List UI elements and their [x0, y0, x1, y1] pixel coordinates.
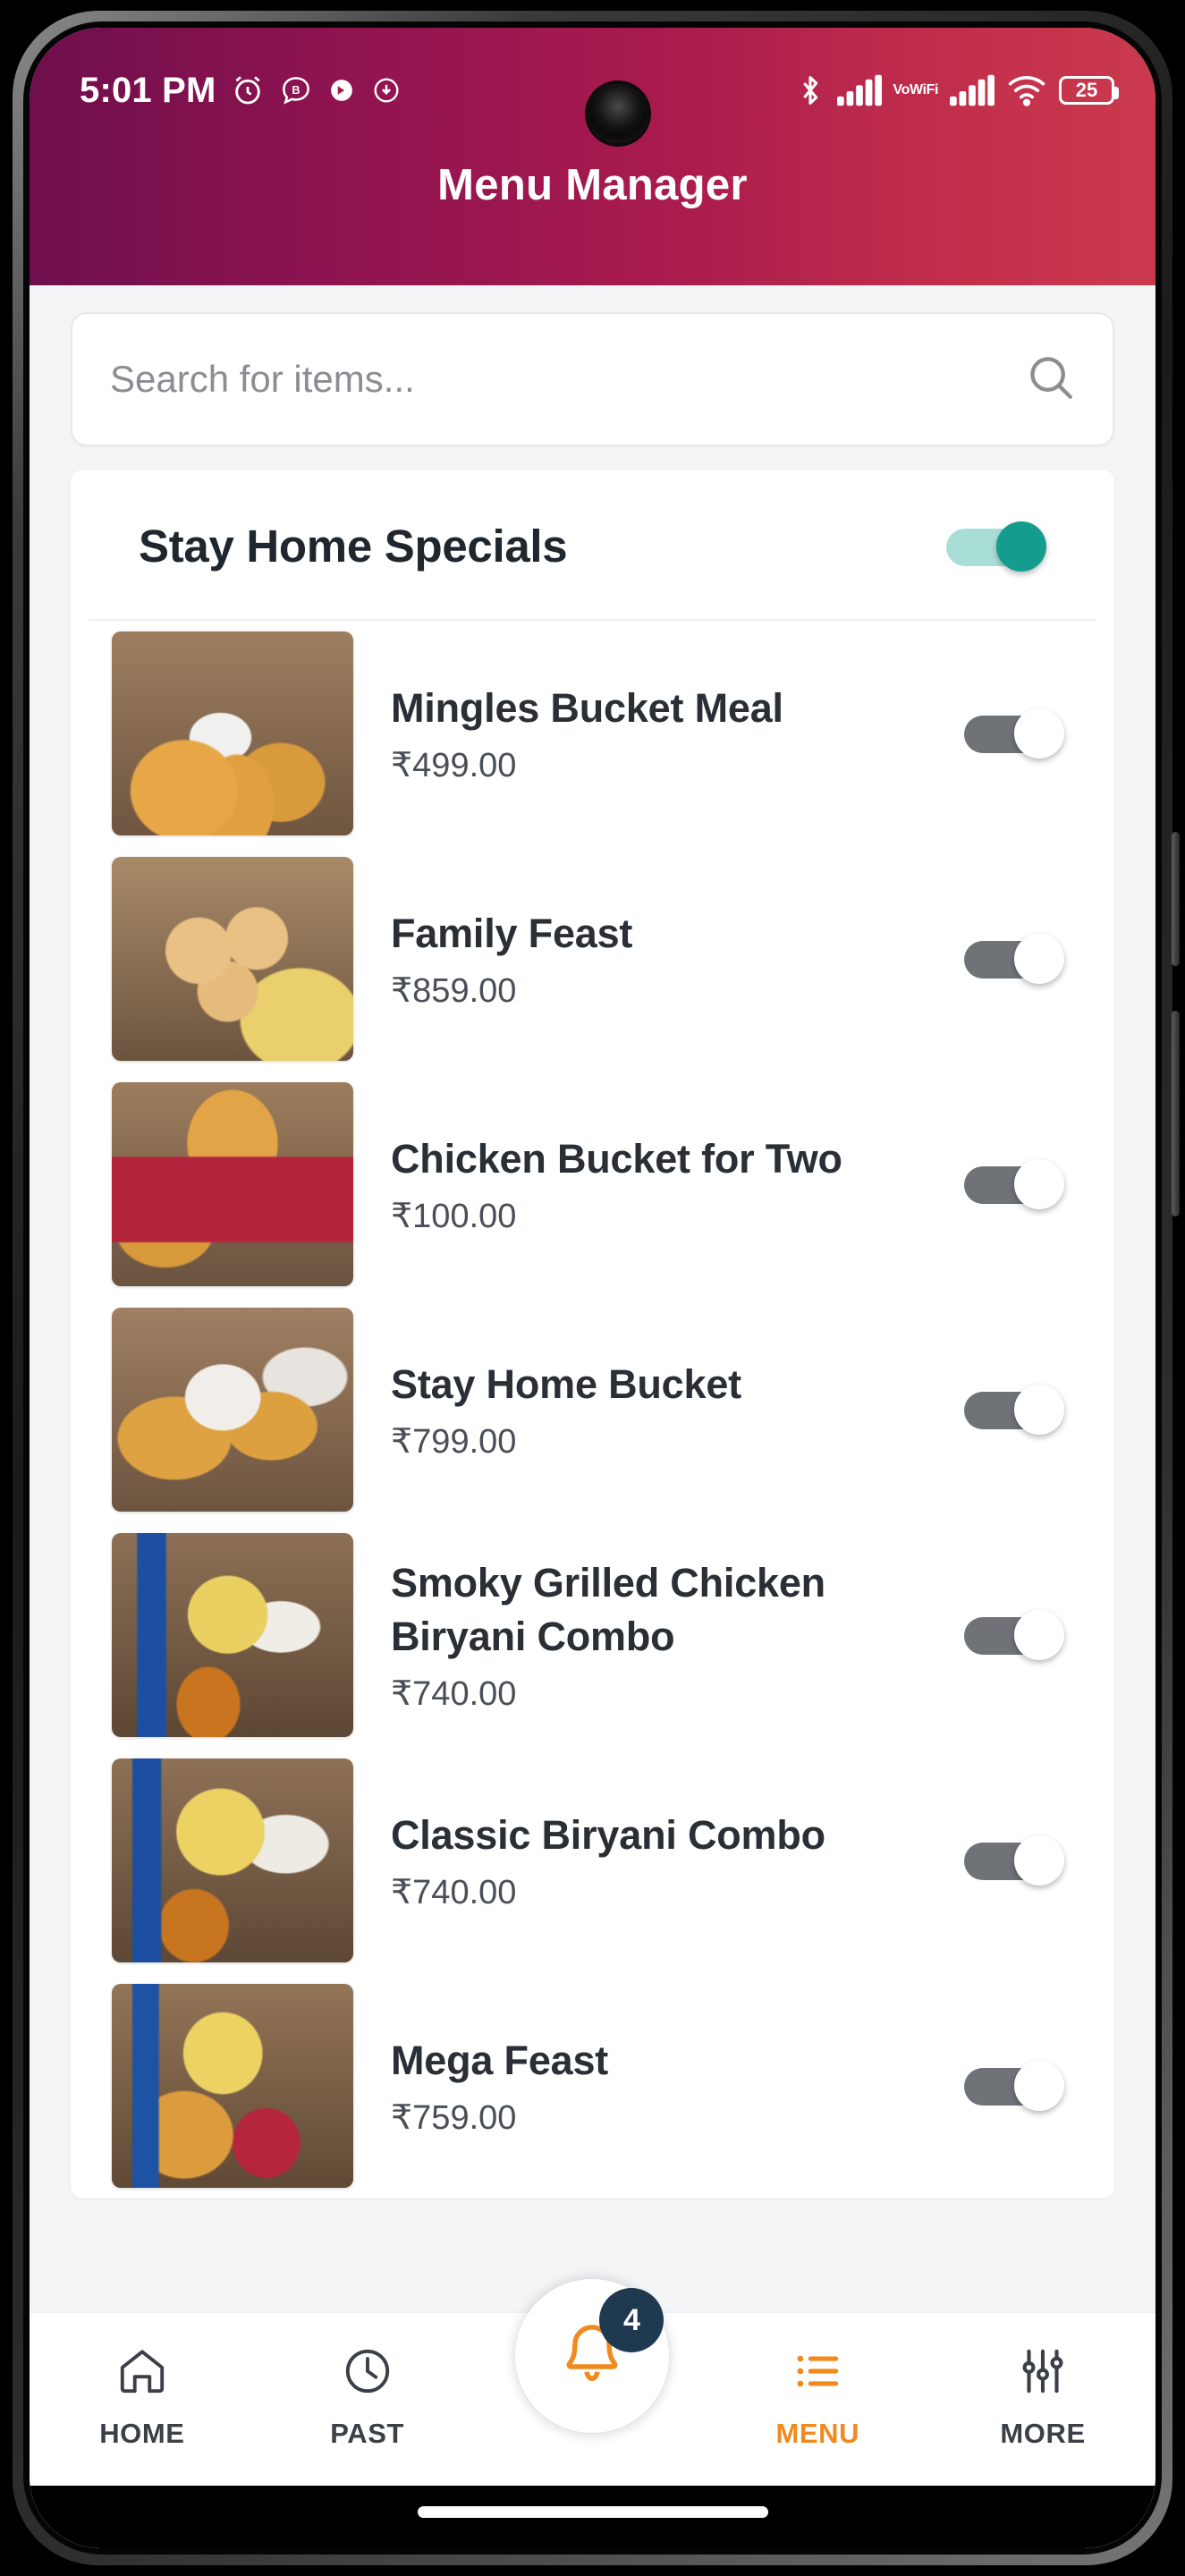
menu-section-card: Stay Home Specials Mingles Bucket Meal ₹4…	[71, 470, 1114, 2199]
app-bar: 5:01 PM B Vo WiFi 25 Menu Manager	[30, 28, 1155, 285]
item-price: ₹740.00	[391, 1674, 517, 1713]
vowifi-icon: Vo WiFi	[893, 82, 939, 97]
page-title: Menu Manager	[437, 161, 748, 209]
menu-item-row[interactable]: Classic Biryani Combo ₹740.00	[71, 1748, 1114, 1973]
item-price: ₹859.00	[391, 972, 517, 1011]
status-bar: 5:01 PM B Vo WiFi 25	[30, 28, 1155, 153]
gesture-nav-area	[30, 2486, 1155, 2548]
item-details: Mingles Bucket Meal ₹499.00	[353, 682, 964, 785]
item-availability-toggle[interactable]	[964, 708, 1064, 758]
toggle-knob	[996, 521, 1046, 572]
menu-item-row[interactable]: Family Feast ₹859.00	[71, 846, 1114, 1072]
item-thumbnail	[112, 631, 353, 835]
battery-icon: 25	[1059, 76, 1119, 105]
nav-item-more[interactable]: MORE	[953, 2343, 1132, 2450]
notification-badge: 4	[599, 2288, 664, 2352]
circle-arrow-icon	[326, 75, 357, 106]
search-icon[interactable]	[1025, 352, 1077, 408]
search-section	[30, 285, 1155, 466]
item-name: Mega Feast	[391, 2037, 609, 2083]
item-availability-toggle[interactable]	[964, 1835, 1064, 1885]
svg-text:B: B	[292, 84, 300, 97]
item-name: Classic Biryani Combo	[391, 1811, 825, 1858]
nav-label-more: MORE	[1000, 2418, 1086, 2449]
item-name: Family Feast	[391, 910, 633, 956]
item-price: ₹759.00	[391, 2099, 517, 2138]
item-price: ₹499.00	[391, 747, 517, 785]
item-thumbnail	[112, 1984, 353, 2188]
item-availability-toggle[interactable]	[964, 2061, 1064, 2111]
item-thumbnail	[112, 857, 353, 1061]
menu-item-row[interactable]: Mingles Bucket Meal ₹499.00	[71, 621, 1114, 846]
item-details: Stay Home Bucket ₹799.00	[353, 1358, 964, 1462]
front-camera-punch-hole	[588, 84, 648, 143]
nav-label-home: HOME	[99, 2418, 185, 2449]
alarm-clock-icon	[230, 72, 266, 108]
search-input[interactable]	[110, 358, 1025, 401]
battery-level: 25	[1075, 79, 1098, 101]
home-icon	[114, 2343, 170, 2403]
home-indicator[interactable]	[417, 2506, 768, 2518]
menu-item-row[interactable]: Chicken Bucket for Two ₹100.00	[71, 1072, 1114, 1297]
power-button[interactable]	[1172, 832, 1180, 966]
item-name: Smoky Grilled Chicken Biryani Combo	[391, 1560, 825, 1659]
menu-item-row[interactable]: Smoky Grilled Chicken Biryani Combo ₹740.…	[71, 1522, 1114, 1748]
section-header: Stay Home Specials	[89, 470, 1096, 621]
item-name: Stay Home Bucket	[391, 1360, 741, 1407]
item-price: ₹740.00	[391, 1874, 517, 1912]
toggle-knob	[1014, 1159, 1064, 1209]
item-details: Family Feast ₹859.00	[353, 907, 964, 1011]
toggle-knob	[1014, 1835, 1064, 1885]
nav-label-past: PAST	[330, 2418, 405, 2449]
main-content: Stay Home Specials Mingles Bucket Meal ₹4…	[30, 285, 1155, 2311]
nav-item-past[interactable]: PAST	[278, 2343, 457, 2450]
signal-bars-icon	[836, 74, 882, 106]
status-time: 5:01 PM	[80, 71, 216, 110]
item-thumbnail	[112, 1082, 353, 1286]
toggle-knob	[1014, 934, 1064, 984]
signal-bars-2-icon	[950, 74, 995, 106]
item-name: Mingles Bucket Meal	[391, 684, 783, 731]
toggle-knob	[1014, 1385, 1064, 1435]
volume-button[interactable]	[1172, 1011, 1180, 1216]
item-availability-toggle[interactable]	[964, 934, 1064, 984]
menu-item-row[interactable]: Stay Home Bucket ₹799.00	[71, 1297, 1114, 1522]
item-availability-toggle[interactable]	[964, 1159, 1064, 1209]
item-thumbnail	[112, 1533, 353, 1737]
chat-b-icon: B	[279, 73, 313, 107]
clock-icon	[340, 2343, 395, 2403]
toggle-knob	[1014, 1610, 1064, 1660]
nav-item-home[interactable]: HOME	[53, 2343, 232, 2450]
list-icon	[790, 2343, 845, 2403]
menu-item-row[interactable]: Mega Feast ₹759.00	[71, 1973, 1114, 2199]
item-name: Chicken Bucket for Two	[391, 1135, 842, 1182]
item-details: Classic Biryani Combo ₹740.00	[353, 1809, 964, 1912]
item-availability-toggle[interactable]	[964, 1610, 1064, 1660]
sliders-icon	[1015, 2343, 1071, 2403]
section-title: Stay Home Specials	[139, 521, 568, 572]
item-price: ₹799.00	[391, 1423, 517, 1462]
item-details: Mega Feast ₹759.00	[353, 2034, 964, 2138]
item-availability-toggle[interactable]	[964, 1385, 1064, 1435]
item-price: ₹100.00	[391, 1198, 517, 1236]
item-details: Chicken Bucket for Two ₹100.00	[353, 1132, 964, 1236]
status-bar-left: 5:01 PM B	[80, 72, 402, 108]
nav-label-menu: MENU	[775, 2418, 860, 2449]
menu-item-list: Mingles Bucket Meal ₹499.00 Family Feast ₹8…	[71, 621, 1114, 2199]
item-thumbnail	[112, 1758, 353, 1962]
phone-frame: 5:01 PM B Vo WiFi 25 Menu Manager Search…	[0, 0, 1185, 2576]
item-details: Smoky Grilled Chicken Biryani Combo ₹740.…	[353, 1556, 964, 1714]
bluetooth-icon	[795, 72, 825, 108]
wifi-icon	[1006, 74, 1047, 106]
search-bar[interactable]	[71, 312, 1114, 446]
section-toggle[interactable]	[946, 521, 1046, 572]
phone-screen: 5:01 PM B Vo WiFi 25 Menu Manager Search…	[30, 28, 1155, 2548]
download-circle-icon	[370, 74, 402, 106]
nav-item-menu[interactable]: MENU	[728, 2343, 907, 2450]
toggle-knob	[1014, 708, 1064, 758]
item-thumbnail	[112, 1308, 353, 1512]
toggle-knob	[1014, 2061, 1064, 2111]
notification-fab-button[interactable]: 4	[515, 2279, 670, 2433]
status-bar-right: Vo WiFi 25	[795, 72, 1119, 108]
